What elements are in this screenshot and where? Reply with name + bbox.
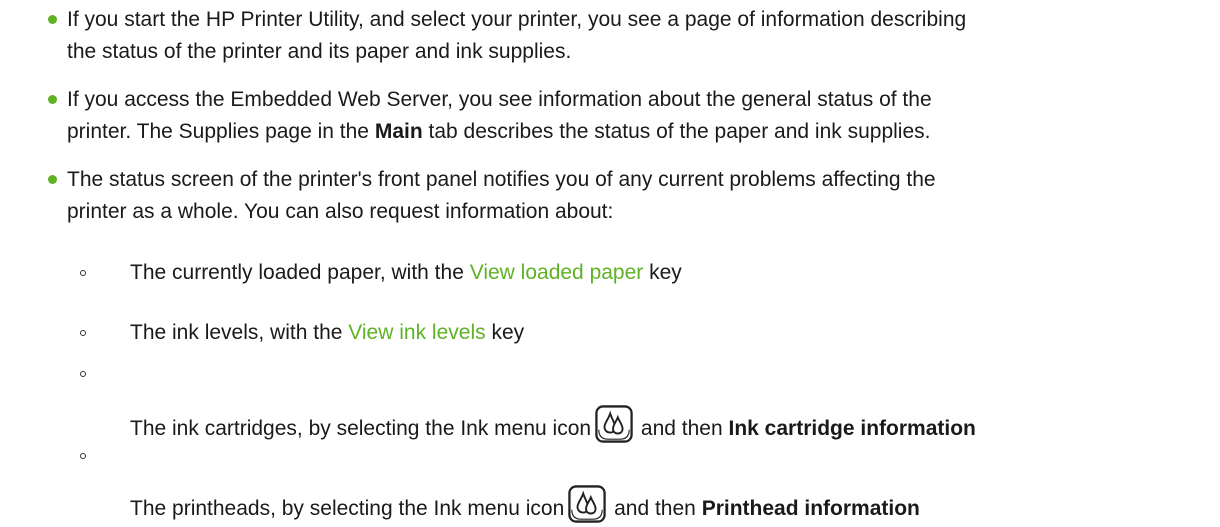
text-run: tab describes the status of the paper an…: [422, 120, 931, 143]
bullet-line: The status screen of the printer's front…: [67, 168, 936, 191]
ink-drops-icon: [568, 485, 606, 523]
ink-drops-icon: [595, 405, 633, 443]
sub-item: The printheads, by selecting the Ink men…: [130, 485, 920, 524]
bullet-line: printer as a whole. You can also request…: [67, 200, 614, 223]
sub-item: The currently loaded paper, with the Vie…: [130, 258, 682, 288]
sub-item: The ink cartridges, by selecting the Ink…: [130, 405, 976, 444]
view-loaded-paper-link[interactable]: View loaded paper: [470, 261, 644, 284]
sub-bullet-circle: [80, 270, 86, 276]
text-run: key: [485, 321, 525, 344]
text-run: The ink cartridges, by selecting the Ink…: [130, 417, 592, 440]
document-page: If you start the HP Printer Utility, and…: [0, 0, 1220, 527]
printhead-information-term: Printhead information: [701, 497, 920, 520]
bullet-text: If you access the Embedded Web Server, y…: [67, 84, 1217, 148]
bullet-line: If you start the HP Printer Utility, and…: [67, 8, 967, 31]
sub-bullet-circle: [80, 371, 86, 377]
sub-bullet-circle: [80, 453, 86, 459]
bullet-line: the status of the printer and its paper …: [67, 40, 572, 63]
text-run: and then: [608, 497, 702, 520]
text-run: printer. The Supplies page in the: [67, 120, 375, 143]
sub-bullet-circle: [80, 330, 86, 336]
text-run: The ink levels, with the: [130, 321, 349, 344]
bullet-text: If you start the HP Printer Utility, and…: [67, 4, 1217, 68]
bullet-line: printer. The Supplies page in the Main t…: [67, 116, 1217, 148]
text-run: The currently loaded paper, with the: [130, 261, 470, 284]
bullet-line: If you access the Embedded Web Server, y…: [67, 88, 932, 111]
ink-cartridge-information-term: Ink cartridge information: [728, 417, 976, 440]
bullet-dot: [48, 95, 57, 104]
bullet-text: The status screen of the printer's front…: [67, 164, 1217, 228]
bullet-dot: [48, 175, 57, 184]
text-run: and then: [635, 417, 729, 440]
text-run: key: [643, 261, 682, 284]
main-tab-term: Main: [374, 120, 423, 143]
view-ink-levels-link[interactable]: View ink levels: [348, 321, 485, 344]
bullet-dot: [48, 15, 57, 24]
text-run: The printheads, by selecting the Ink men…: [130, 497, 565, 520]
sub-item: The ink levels, with the View ink levels…: [130, 318, 524, 348]
